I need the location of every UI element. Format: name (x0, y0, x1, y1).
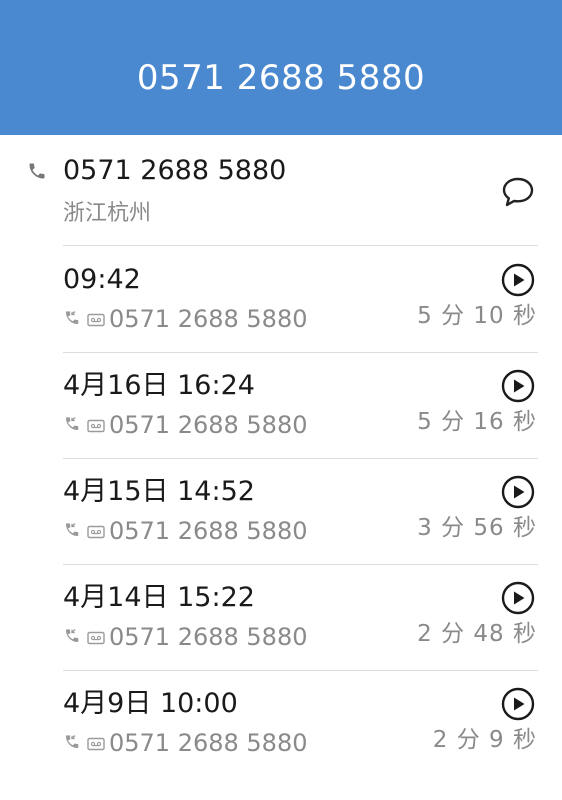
call-number: 0571 2688 5880 (109, 729, 308, 757)
call-time: 4月14日 15:22 (63, 582, 255, 613)
call-log-row[interactable]: 09:42 0571 2688 5880 5 分 10 秒 (0, 246, 562, 352)
voicemail-icon (87, 312, 107, 327)
call-number: 0571 2688 5880 (109, 305, 308, 333)
contact-number: 0571 2688 5880 (63, 155, 287, 186)
voicemail-icon (87, 524, 107, 539)
call-log-row[interactable]: 4月15日 14:52 0571 2688 5880 3 分 56 秒 (0, 458, 562, 564)
play-icon[interactable] (500, 474, 536, 510)
phone-icon (29, 163, 45, 179)
message-bubble-icon[interactable] (500, 175, 536, 209)
voicemail-icon (87, 736, 107, 751)
play-icon[interactable] (500, 262, 536, 298)
call-type-icon (63, 627, 85, 647)
call-log-row[interactable]: 4月14日 15:22 0571 2688 5880 2 分 48 秒 (0, 564, 562, 670)
call-duration: 2 分 48 秒 (417, 621, 537, 647)
call-type-icon (63, 415, 85, 435)
call-subline: 0571 2688 5880 (63, 728, 308, 758)
play-icon[interactable] (500, 580, 536, 616)
call-time: 4月16日 16:24 (63, 370, 255, 401)
call-type-icon (63, 521, 85, 541)
call-duration: 5 分 16 秒 (417, 409, 537, 435)
call-time: 4月9日 10:00 (63, 688, 238, 719)
call-subline: 0571 2688 5880 (63, 304, 308, 334)
call-type-icon (63, 309, 85, 329)
call-time: 09:42 (63, 264, 141, 295)
call-number: 0571 2688 5880 (109, 623, 308, 651)
call-type-icon (63, 733, 85, 753)
voicemail-icon (87, 630, 107, 645)
call-number: 0571 2688 5880 (109, 517, 308, 545)
header-title: 0571 2688 5880 (136, 58, 426, 98)
call-log-row[interactable]: 4月16日 16:24 0571 2688 5880 5 分 16 秒 (0, 352, 562, 458)
call-subline: 0571 2688 5880 (63, 410, 308, 440)
call-log-row[interactable]: 4月9日 10:00 0571 2688 5880 2 分 9 秒 (0, 670, 562, 776)
play-icon[interactable] (500, 368, 536, 404)
call-duration: 5 分 10 秒 (417, 303, 537, 329)
voicemail-icon (87, 418, 107, 433)
play-icon[interactable] (500, 686, 536, 722)
call-subline: 0571 2688 5880 (63, 622, 308, 652)
call-subline: 0571 2688 5880 (63, 516, 308, 546)
contact-location: 浙江杭州 (63, 201, 152, 226)
call-duration: 3 分 56 秒 (417, 515, 537, 541)
header-bar: 0571 2688 5880 (0, 0, 562, 135)
call-duration: 2 分 9 秒 (432, 727, 537, 753)
call-time: 4月15日 14:52 (63, 476, 255, 507)
contact-info: 0571 2688 5880 浙江杭州 (0, 135, 562, 245)
call-number: 0571 2688 5880 (109, 411, 308, 439)
